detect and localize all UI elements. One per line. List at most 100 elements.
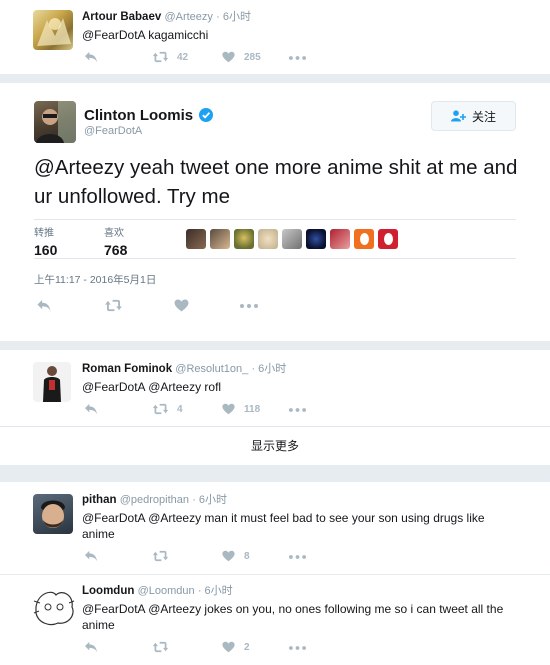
avatar-roman[interactable]	[33, 362, 71, 402]
avatar-loomdun[interactable]	[32, 585, 76, 629]
like-button[interactable]	[174, 299, 189, 312]
more-button[interactable]	[289, 555, 306, 559]
like-count: 8	[244, 550, 250, 562]
more-button[interactable]	[289, 56, 306, 60]
like-button[interactable]: 285	[222, 51, 261, 63]
more-button[interactable]	[289, 646, 306, 650]
reply-button[interactable]	[84, 641, 98, 653]
reply-button[interactable]	[84, 403, 98, 415]
reply-icon	[84, 403, 98, 415]
tweet-time[interactable]: · 6小时	[198, 585, 233, 597]
author-name[interactable]: pithan	[82, 494, 117, 506]
avatar-artour[interactable]	[33, 10, 73, 50]
liker-avatar[interactable]	[186, 229, 206, 249]
more-icon	[289, 408, 306, 412]
liker-avatar[interactable]	[330, 229, 350, 249]
author-handle[interactable]: @Loomdun	[138, 585, 195, 597]
liker-avatar[interactable]	[234, 229, 254, 249]
heart-icon	[174, 299, 189, 312]
divider	[34, 258, 516, 259]
author-handle[interactable]: @Resolut1on_	[175, 363, 248, 375]
tweet-time[interactable]: · 6小时	[192, 494, 227, 506]
like-count: 118	[244, 403, 261, 415]
reply-icon	[36, 299, 52, 312]
more-button[interactable]	[289, 408, 306, 412]
likes-label: 喜欢	[104, 228, 124, 239]
liker-avatar[interactable]	[210, 229, 230, 249]
more-icon	[289, 56, 306, 60]
tweet-text: @FearDotA @Arteezy rofl	[82, 380, 222, 394]
heart-icon	[222, 550, 235, 562]
retweets-stat[interactable]: 转推 160	[34, 224, 57, 258]
more-icon	[289, 555, 306, 559]
person-avatar-icon	[41, 500, 65, 528]
liker-avatar[interactable]	[258, 229, 278, 249]
likes-stat[interactable]: 喜欢 768	[104, 224, 127, 258]
retweet-icon	[152, 403, 169, 415]
retweet-button[interactable]: 4	[152, 403, 183, 415]
reply-button[interactable]	[84, 550, 98, 562]
tweet-time[interactable]: · 6小时	[216, 11, 251, 23]
more-icon	[240, 304, 258, 308]
tweet-timestamp[interactable]: 上午11:17 - 2016年5月1日	[34, 272, 156, 287]
follow-button[interactable]: 关注	[431, 101, 516, 131]
like-button[interactable]: 2	[222, 641, 250, 653]
likes-count: 768	[104, 242, 128, 258]
reply-icon	[84, 550, 98, 562]
like-button[interactable]: 118	[222, 403, 260, 415]
retweet-icon	[152, 51, 169, 63]
divider	[34, 219, 516, 220]
reply-button[interactable]	[36, 299, 52, 312]
author-name[interactable]: Loomdun	[82, 585, 134, 597]
retweets-count: 160	[34, 242, 58, 258]
more-icon	[289, 646, 306, 650]
reply-icon	[84, 641, 98, 653]
retweet-icon	[152, 550, 169, 562]
retweet-icon	[152, 641, 169, 653]
retweet-button[interactable]	[152, 641, 169, 653]
author-name[interactable]: Roman Fominok	[82, 363, 172, 375]
author-name[interactable]: Clinton Loomis	[84, 107, 193, 124]
liker-avatar[interactable]	[378, 229, 398, 249]
author-name[interactable]: Artour Babaev	[82, 11, 161, 23]
main-tweet-card: Clinton Loomis @FearDotA 关注 @Arteezy yea…	[0, 83, 550, 341]
tweet-text: @FearDotA @Arteezy jokes on you, no ones…	[82, 602, 504, 632]
retweet-count: 4	[177, 403, 183, 415]
retweets-label: 转推	[34, 228, 54, 239]
reply-card-roman: Roman Fominok @Resolut1on_ · 6小时 @FearDo…	[0, 350, 550, 465]
avatar-clinton[interactable]	[34, 101, 76, 143]
tweet-text: @FearDotA @Arteezy man it must feel bad …	[82, 511, 485, 541]
heart-icon	[222, 403, 235, 415]
reply-card-loomdun: Loomdun @Loomdun · 6小时 @FearDotA @Arteez…	[0, 575, 550, 665]
retweet-button[interactable]	[104, 299, 123, 312]
anime-avatar-icon	[37, 18, 71, 46]
tweet-card-artour: Artour Babaev @Arteezy · 6小时 @FearDotA k…	[0, 0, 550, 74]
retweet-count: 42	[177, 51, 189, 63]
avatar-pithan[interactable]	[33, 494, 73, 534]
tweet-text: @FearDotA kagamicchi	[82, 28, 209, 42]
retweet-button[interactable]: 42	[152, 51, 188, 63]
tweet-time[interactable]: · 6小时	[251, 363, 286, 375]
liker-avatar[interactable]	[354, 229, 374, 249]
person-avatar-icon	[36, 101, 76, 143]
reply-card-pithan: pithan @pedropithan · 6小时 @FearDotA @Art…	[0, 482, 550, 574]
more-button[interactable]	[240, 304, 258, 308]
author-handle[interactable]: @FearDotA	[84, 125, 142, 137]
author-handle[interactable]: @Arteezy	[164, 11, 212, 23]
like-count: 2	[244, 641, 250, 653]
sketch-avatar-icon	[33, 591, 75, 626]
likers-avatars	[186, 229, 398, 249]
verified-badge-icon	[199, 108, 213, 122]
reply-icon	[84, 51, 98, 63]
person-avatar-icon	[43, 366, 61, 402]
like-button[interactable]: 8	[222, 550, 250, 562]
reply-button[interactable]	[84, 51, 98, 63]
show-more-button[interactable]: 显示更多	[0, 427, 550, 465]
retweet-button[interactable]	[152, 550, 169, 562]
liker-avatar[interactable]	[282, 229, 302, 249]
heart-icon	[222, 641, 235, 653]
add-user-icon	[450, 110, 466, 122]
liker-avatar[interactable]	[306, 229, 326, 249]
tweet-text: @Arteezy yeah tweet one more anime shit …	[34, 156, 518, 208]
author-handle[interactable]: @pedropithan	[120, 494, 189, 506]
